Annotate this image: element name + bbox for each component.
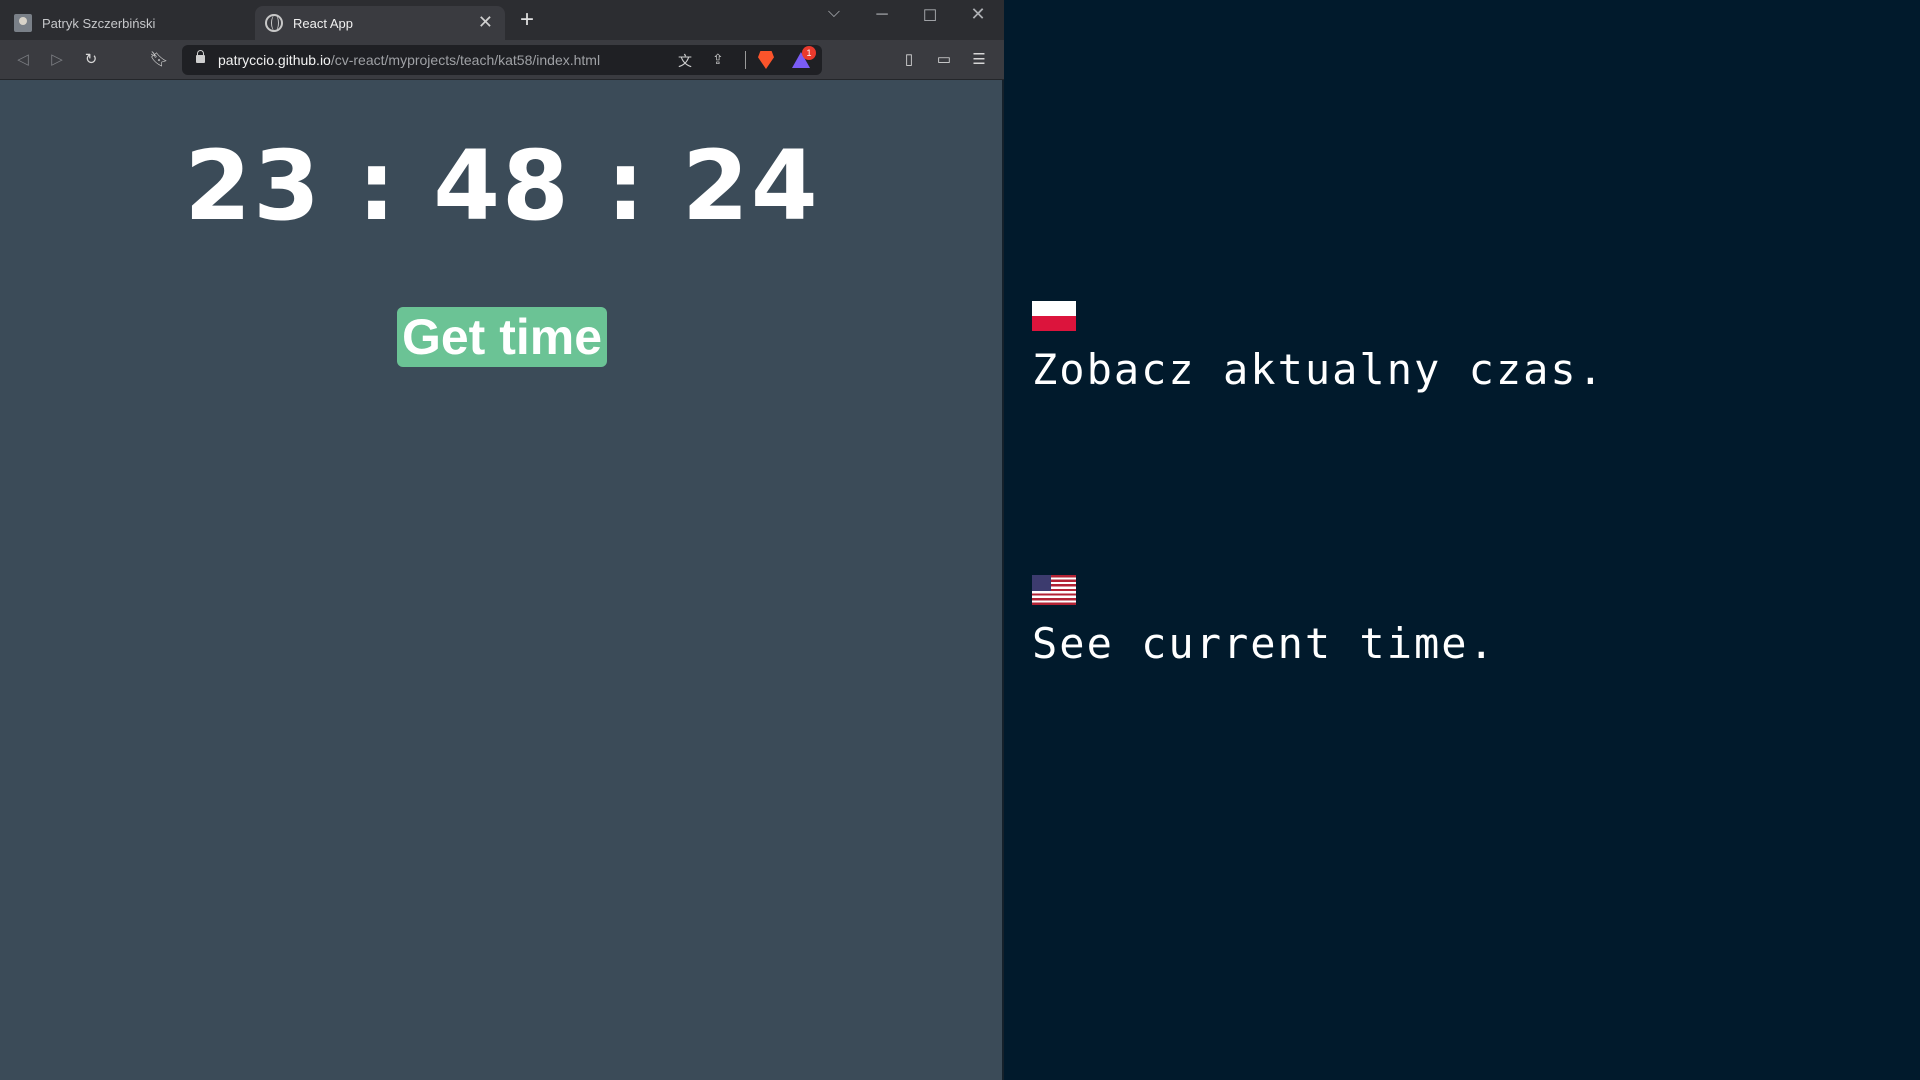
bookmark-icon[interactable]: 🔖︎ [148,50,170,70]
forward-icon[interactable]: ▷ [46,50,68,70]
back-icon[interactable]: ◁ [12,50,34,70]
wallet-icon[interactable]: ▭ [933,50,955,70]
maximize-icon[interactable]: ☐ [916,6,944,26]
address-bar[interactable]: patryccio.github.io/cv-react/myprojects/… [182,45,822,75]
caption-english: See current time. [1032,619,1496,668]
close-window-icon[interactable]: ✕ [964,4,992,25]
lock-icon[interactable] [196,50,205,63]
browser-window: Patryk Szczerbiński React App ✕ + ⌵ ─ ☐ … [0,0,1004,1080]
url-path: /cv-react/myprojects/teach/kat58/index.h… [330,52,601,68]
tab-close-icon[interactable]: ✕ [478,13,493,31]
tab-patryk[interactable]: Patryk Szczerbiński [4,6,252,40]
page-content: 23 : 48 : 24 Get time [0,80,1004,1080]
clock-display: 23 : 48 : 24 [184,130,820,242]
translate-icon[interactable]: 文 [678,51,692,71]
polish-flag-icon [1032,301,1076,331]
tab-search-chevron-icon[interactable]: ⌵ [820,4,848,22]
rewards-badge: 1 [802,46,816,60]
minimize-icon[interactable]: ─ [868,6,896,24]
reload-icon[interactable]: ↻ [80,50,102,70]
new-tab-button[interactable]: + [520,8,534,32]
brave-shields-icon[interactable] [758,51,774,69]
avatar-favicon-icon [14,14,32,32]
tab-title: Patryk Szczerbiński [42,15,156,31]
us-flag-icon [1032,575,1076,605]
globe-favicon-icon [265,14,283,32]
url-host: patryccio.github.io [218,52,331,68]
tab-title: React App [293,15,353,31]
browser-toolbar: ◁ ▷ ↻ 🔖︎ patryccio.github.io/cv-react/my… [0,40,1004,80]
share-icon[interactable]: ⇪ [712,51,724,68]
info-panel: Zobacz aktualny czas. See current time. [1006,0,1920,1080]
url-separator [745,51,746,69]
tab-react-app[interactable]: React App ✕ [255,6,505,40]
caption-polish: Zobacz aktualny czas. [1032,345,1606,394]
menu-icon[interactable]: ☰ [968,50,990,70]
url-text[interactable]: patryccio.github.io/cv-react/myprojects/… [218,52,600,68]
tab-strip: Patryk Szczerbiński React App ✕ + ⌵ ─ ☐ … [0,0,1004,40]
get-time-button[interactable]: Get time [397,307,607,367]
sidebar-icon[interactable]: ▯ [898,50,920,70]
